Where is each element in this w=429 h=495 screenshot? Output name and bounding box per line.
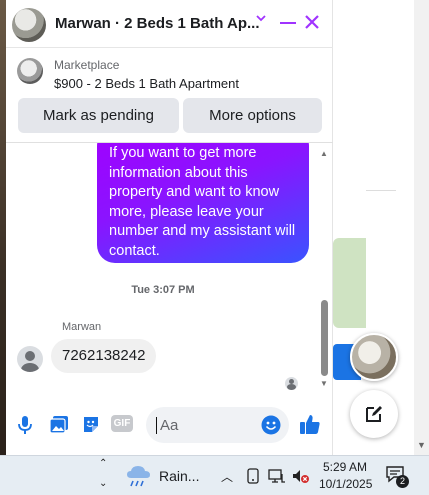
mark-as-pending-button[interactable]: Mark as pending xyxy=(18,98,179,133)
device-icon[interactable] xyxy=(245,468,261,489)
message-composer: GIF Aa xyxy=(6,403,333,447)
clock-date[interactable]: 10/1/2025 xyxy=(319,477,372,491)
seen-indicator-avatar xyxy=(285,377,298,390)
chat-header[interactable]: Marwan · 2 Beds 1 Bath Ap... xyxy=(6,0,333,48)
notification-count-badge: 2 xyxy=(396,475,409,488)
gif-icon[interactable]: GIF xyxy=(111,415,133,432)
gallery-icon[interactable] xyxy=(49,415,69,439)
chat-window: Marwan · 2 Beds 1 Bath Ap... Marketplace… xyxy=(6,0,333,455)
close-icon[interactable] xyxy=(304,9,320,37)
clock-time[interactable]: 5:29 AM xyxy=(323,460,367,474)
chevron-up-icon[interactable]: ⌃ xyxy=(99,458,107,469)
page-scrollbar[interactable]: ▼ xyxy=(414,0,429,455)
contact-avatar[interactable] xyxy=(12,8,46,42)
sticker-icon[interactable] xyxy=(81,415,101,439)
message-thread: If you want to get more information abou… xyxy=(6,143,333,396)
microphone-icon[interactable] xyxy=(17,415,33,435)
scroll-down-icon[interactable]: ▼ xyxy=(320,379,328,388)
sender-avatar[interactable] xyxy=(17,346,43,372)
rain-cloud-icon[interactable] xyxy=(126,465,152,494)
text-caret xyxy=(156,417,157,434)
floating-chat-head-avatar[interactable] xyxy=(350,333,398,381)
listing-thumbnail[interactable] xyxy=(17,58,43,84)
message-input-placeholder: Aa xyxy=(160,417,179,434)
message-timestamp: Tue 3:07 PM xyxy=(131,284,195,296)
message-input[interactable]: Aa xyxy=(146,407,289,443)
incoming-message-bubble[interactable]: 7262138242 xyxy=(51,339,157,373)
weather-label[interactable]: Rain... xyxy=(159,468,199,484)
outgoing-message-bubble[interactable]: If you want to get more information abou… xyxy=(97,143,309,263)
emoji-icon[interactable] xyxy=(261,415,281,440)
sender-name: Marwan xyxy=(62,321,102,333)
network-icon[interactable] xyxy=(268,468,286,489)
marketplace-listing-banner: Marketplace $900 - 2 Beds 1 Bath Apartme… xyxy=(6,48,333,143)
volume-muted-icon[interactable] xyxy=(292,468,310,489)
thread-scrollbar[interactable]: ▲ ▼ xyxy=(318,143,330,396)
like-icon[interactable] xyxy=(299,413,321,440)
minimize-icon[interactable] xyxy=(280,22,296,24)
windows-taskbar: ⌃ ⌄ Rain... ︿ 5:29 AM 10/1/2025 2 xyxy=(0,455,429,495)
compose-icon xyxy=(366,406,382,422)
listing-title[interactable]: $900 - 2 Beds 1 Bath Apartment xyxy=(54,76,239,91)
more-options-button[interactable]: More options xyxy=(183,98,322,133)
chevron-down-icon[interactable]: ⌄ xyxy=(99,478,107,489)
scrollbar-thumb[interactable] xyxy=(321,300,328,376)
chevron-down-icon[interactable] xyxy=(255,12,267,27)
background-map-thumbnail xyxy=(333,238,366,328)
new-message-button[interactable] xyxy=(350,390,398,438)
listing-category: Marketplace xyxy=(54,58,120,72)
scroll-up-icon[interactable]: ▲ xyxy=(320,149,328,158)
show-hidden-icons-icon[interactable]: ︿ xyxy=(221,468,233,485)
chat-title[interactable]: Marwan · 2 Beds 1 Bath Ap... xyxy=(55,15,260,32)
